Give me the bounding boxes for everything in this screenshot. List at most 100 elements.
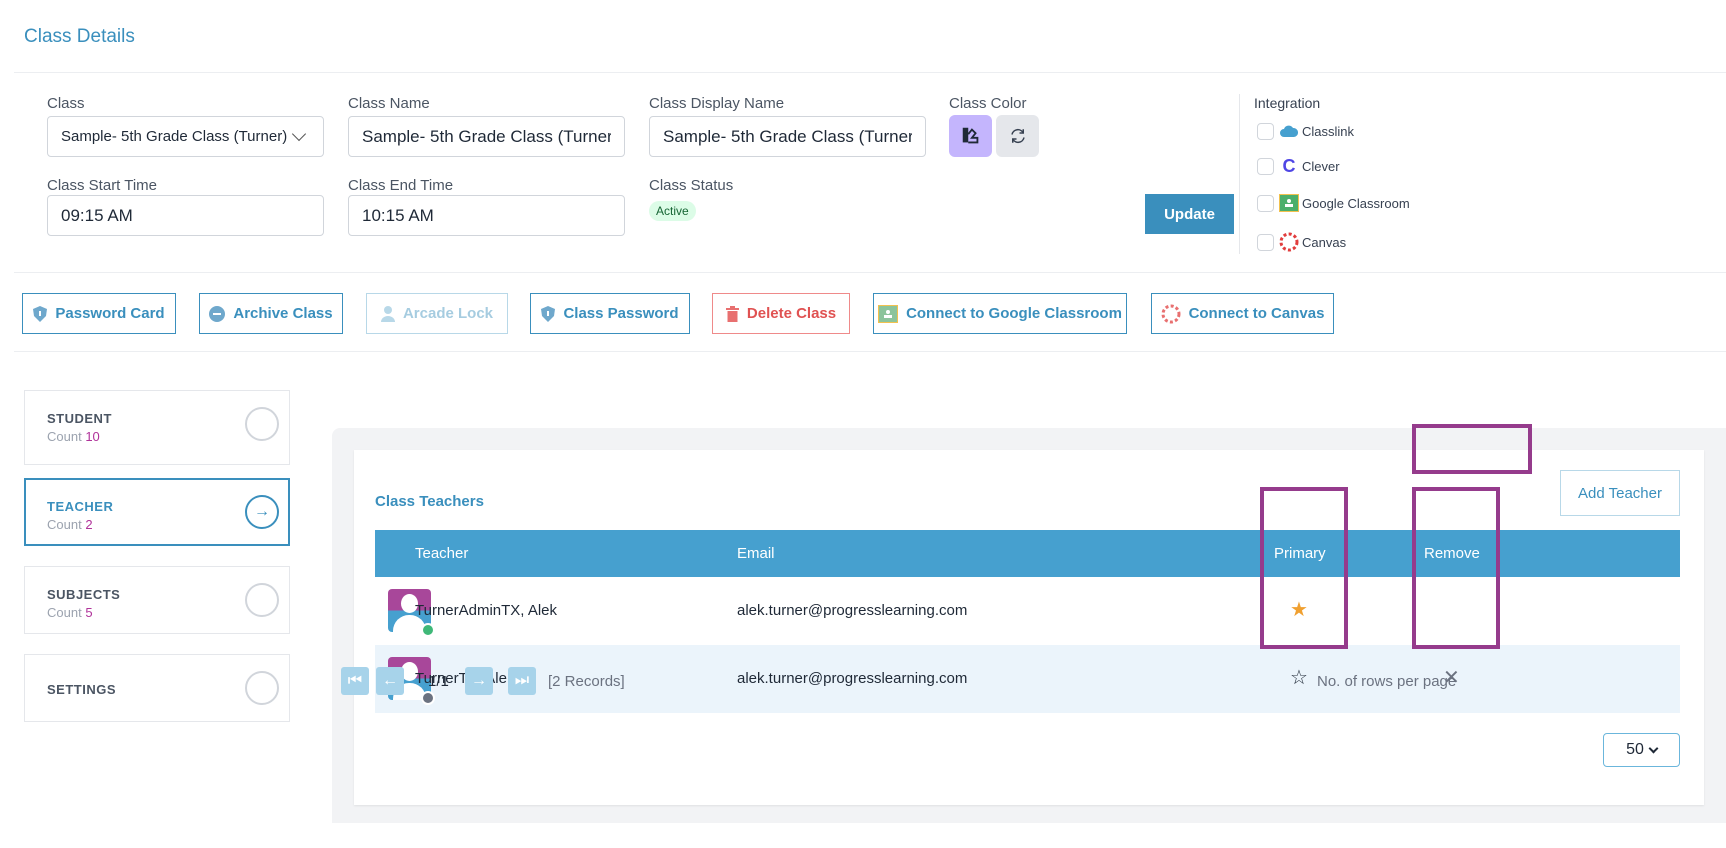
- sidebar-item-label: TEACHER: [47, 499, 114, 514]
- display-name-label: Class Display Name: [649, 95, 785, 112]
- classlink-label: Classlink: [1302, 123, 1355, 139]
- shield-icon: [541, 305, 556, 322]
- reset-color-button[interactable]: [996, 115, 1039, 157]
- class-select[interactable]: Sample- 5th Grade Class (Turner): [47, 116, 324, 157]
- trash-icon: [725, 305, 739, 322]
- panel-title: Class Teachers: [375, 493, 484, 510]
- class-name-label: Class Name: [348, 95, 430, 112]
- column-header-email[interactable]: Email: [737, 545, 775, 562]
- arcade-lock-label: Arcade Lock: [402, 305, 494, 322]
- canvas-icon: [1279, 232, 1299, 252]
- star-filled-icon[interactable]: ★: [1290, 597, 1308, 622]
- clever-icon: C: [1282, 155, 1296, 176]
- count-label: Count: [47, 429, 82, 444]
- count-value: 5: [85, 605, 93, 620]
- class-label: Class: [47, 95, 85, 112]
- display-name-input[interactable]: [649, 116, 926, 157]
- update-button[interactable]: Update: [1145, 194, 1234, 234]
- step-circle-icon: [245, 407, 279, 441]
- step-circle-icon: [245, 671, 279, 705]
- delete-class-label: Delete Class: [746, 305, 837, 322]
- password-card-button[interactable]: Password Card: [22, 293, 176, 334]
- count-label: Count: [47, 517, 82, 532]
- count-value: 2: [85, 517, 93, 532]
- online-status-icon: [421, 623, 435, 637]
- teacher-name: TurnerAdminTX, Alek: [415, 602, 557, 619]
- canvas-label: Canvas: [1302, 234, 1347, 250]
- integration-title: Integration: [1254, 95, 1321, 111]
- divider: [14, 272, 1726, 273]
- class-password-button[interactable]: Class Password: [530, 293, 690, 334]
- shield-icon: [33, 305, 48, 322]
- class-password-label: Class Password: [563, 305, 679, 322]
- add-teacher-button[interactable]: Add Teacher: [1560, 470, 1680, 516]
- user-icon: [380, 305, 395, 322]
- rows-per-page-label: No. of rows per page: [1317, 673, 1457, 690]
- archive-class-button[interactable]: Archive Class: [199, 293, 343, 334]
- classlink-checkbox[interactable]: [1257, 122, 1274, 140]
- google-classroom-checkbox[interactable]: [1257, 194, 1274, 212]
- status-label: Class Status: [649, 177, 734, 194]
- chevron-down-icon: [1648, 743, 1659, 753]
- google-classroom-icon: [878, 304, 899, 323]
- chevron-down-icon: [291, 126, 307, 142]
- connect-google-label: Connect to Google Classroom: [906, 305, 1122, 322]
- clever-checkbox[interactable]: [1257, 157, 1274, 175]
- records-count: [2 Records]: [548, 673, 625, 690]
- page-title: Class Details: [24, 26, 135, 47]
- vertical-divider: [1239, 94, 1240, 254]
- sidebar-item-label: STUDENT: [47, 411, 112, 426]
- google-classroom-icon: [1279, 193, 1299, 213]
- connect-google-classroom-button[interactable]: Connect to Google Classroom: [873, 293, 1127, 334]
- connect-canvas-label: Connect to Canvas: [1188, 305, 1325, 322]
- canvas-checkbox[interactable]: [1257, 233, 1274, 251]
- archive-class-label: Archive Class: [233, 305, 333, 322]
- teacher-email: alek.turner@progresslearning.com: [737, 602, 968, 619]
- class-select-value: Sample- 5th Grade Class (Turner): [61, 128, 288, 145]
- password-card-label: Password Card: [55, 305, 165, 322]
- color-picker-button[interactable]: [949, 115, 992, 157]
- page-indicator: 1/1: [428, 673, 449, 690]
- integration-classlink[interactable]: Classlink: [1257, 121, 1354, 141]
- google-classroom-label: Google Classroom: [1302, 195, 1410, 211]
- first-page-icon[interactable]: ⏮: [341, 667, 369, 695]
- count-value: 10: [85, 429, 100, 444]
- count-label: Count: [47, 605, 82, 620]
- arcade-lock-button[interactable]: Arcade Lock: [366, 293, 508, 334]
- table-header: Teacher Email Primary Remove: [375, 530, 1680, 577]
- divider: [14, 351, 1726, 352]
- integration-google-classroom[interactable]: Google Classroom: [1257, 193, 1410, 213]
- divider: [14, 72, 1726, 73]
- class-color-label: Class Color: [949, 95, 1027, 112]
- delete-class-button[interactable]: Delete Class: [712, 293, 850, 334]
- star-outline-icon[interactable]: ☆: [1290, 665, 1308, 690]
- rows-per-page-value: 50: [1626, 741, 1644, 758]
- start-time-input[interactable]: [47, 195, 324, 236]
- end-time-input[interactable]: [348, 195, 625, 236]
- clever-label: Clever: [1302, 158, 1340, 174]
- status-badge: Active: [649, 201, 696, 221]
- minus-circle-icon: [209, 305, 226, 322]
- teacher-email: alek.turner@progresslearning.com: [737, 670, 968, 687]
- step-circle-icon: [245, 583, 279, 617]
- column-header-teacher[interactable]: Teacher: [415, 545, 468, 562]
- next-page-icon[interactable]: →: [465, 667, 493, 695]
- classlink-icon: [1279, 121, 1299, 141]
- offline-status-icon: [421, 691, 435, 705]
- sidebar-item-label: SETTINGS: [47, 682, 117, 697]
- table-row: TurnerAdminTX, Alek alek.turner@progress…: [375, 577, 1680, 645]
- refresh-icon: [1010, 128, 1025, 144]
- start-time-label: Class Start Time: [47, 177, 158, 194]
- integration-canvas[interactable]: Canvas: [1257, 232, 1346, 252]
- column-header-remove: Remove: [1424, 545, 1480, 562]
- arrow-right-icon: →: [245, 495, 279, 529]
- swatch-icon: [962, 127, 978, 144]
- class-name-input[interactable]: [348, 116, 625, 157]
- canvas-icon: [1161, 304, 1181, 323]
- prev-page-icon[interactable]: ←: [376, 667, 404, 695]
- sidebar-item-label: SUBJECTS: [47, 587, 121, 602]
- rows-per-page-select[interactable]: 50: [1603, 733, 1680, 767]
- last-page-icon[interactable]: ⏭: [508, 667, 536, 695]
- connect-canvas-button[interactable]: Connect to Canvas: [1151, 293, 1334, 334]
- integration-clever[interactable]: C Clever: [1257, 156, 1340, 176]
